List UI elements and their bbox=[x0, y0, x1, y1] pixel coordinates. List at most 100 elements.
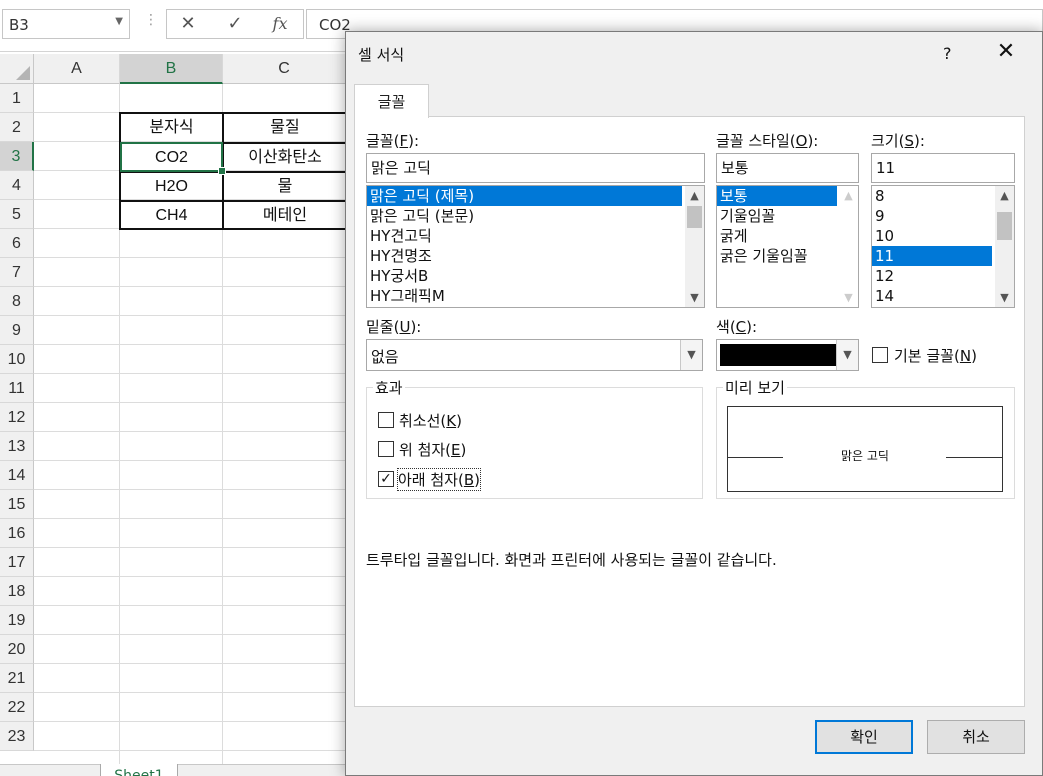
font-list-item[interactable]: 맑은 고딕 (본문) bbox=[367, 206, 704, 226]
select-all-button[interactable] bbox=[0, 54, 34, 84]
row-header-17[interactable]: 17 bbox=[0, 548, 34, 577]
font-style-item[interactable]: 기울임꼴 bbox=[717, 206, 858, 226]
chevron-down-icon[interactable]: ▼ bbox=[685, 289, 704, 306]
scroll-thumb[interactable] bbox=[997, 212, 1012, 240]
name-box[interactable]: B3 ▼ bbox=[2, 9, 130, 39]
gridline bbox=[34, 344, 346, 345]
chevron-down-icon[interactable]: ▼ bbox=[115, 16, 123, 27]
font-list-item[interactable]: HY궁서B bbox=[367, 266, 704, 286]
preview-label: 미리 보기 bbox=[723, 377, 787, 398]
cancel-icon[interactable]: ✕ bbox=[173, 13, 203, 35]
size-input[interactable]: 11 bbox=[871, 153, 1015, 183]
row-header-4[interactable]: 4 bbox=[0, 171, 34, 200]
chevron-up-icon[interactable]: ▲ bbox=[839, 187, 858, 204]
row-header-23[interactable]: 23 bbox=[0, 722, 34, 751]
row-header-11[interactable]: 11 bbox=[0, 374, 34, 403]
cell-c3[interactable]: 이산화탄소 bbox=[224, 143, 346, 172]
row-header-13[interactable]: 13 bbox=[0, 432, 34, 461]
cell-c5[interactable]: 메테인 bbox=[224, 201, 346, 230]
format-cells-dialog: 셀 서식 ? ✕ 글꼴 글꼴(F): 맑은 고딕 맑은 고딕 (제목) 맑은 고… bbox=[345, 31, 1043, 776]
column-header-c[interactable]: C bbox=[223, 54, 346, 84]
size-list-scrollbar[interactable]: ▲ ▼ bbox=[995, 186, 1014, 307]
font-style-input[interactable]: 보통 bbox=[716, 153, 859, 183]
row-header-7[interactable]: 7 bbox=[0, 258, 34, 287]
strikethrough-checkbox[interactable] bbox=[378, 412, 394, 428]
column-header-b[interactable]: B bbox=[120, 54, 223, 84]
insert-function-icon[interactable]: fx bbox=[265, 13, 295, 35]
size-label: 크기(S): bbox=[871, 132, 925, 150]
font-style-item[interactable]: 굵게 bbox=[717, 226, 858, 246]
size-list[interactable]: 8 9 10 11 12 14 ▲ ▼ bbox=[871, 185, 1015, 308]
row-header-6[interactable]: 6 bbox=[0, 229, 34, 258]
font-list-item[interactable]: HY견명조 bbox=[367, 246, 704, 266]
row-header-16[interactable]: 16 bbox=[0, 519, 34, 548]
size-item[interactable]: 12 bbox=[872, 266, 1014, 286]
chevron-down-icon[interactable]: ▼ bbox=[836, 340, 858, 370]
cancel-button[interactable]: 취소 bbox=[927, 720, 1025, 754]
active-cell-selection bbox=[120, 142, 226, 175]
font-list[interactable]: 맑은 고딕 (제목) 맑은 고딕 (본문) HY견고딕 HY견명조 HY궁서B … bbox=[366, 185, 705, 308]
gridline bbox=[34, 286, 346, 287]
size-item[interactable]: 9 bbox=[872, 206, 1014, 226]
sheet-tab[interactable]: Sheet1 bbox=[100, 764, 178, 776]
dialog-title: 셀 서식 bbox=[358, 46, 405, 64]
chevron-down-icon[interactable]: ▼ bbox=[839, 289, 858, 306]
cell-b2[interactable]: 분자식 bbox=[121, 113, 222, 142]
font-label: 글꼴(F): bbox=[366, 132, 420, 150]
row-header-18[interactable]: 18 bbox=[0, 577, 34, 606]
row-header-12[interactable]: 12 bbox=[0, 403, 34, 432]
font-style-list[interactable]: 보통 기울임꼴 굵게 굵은 기울임꼴 ▲ ▼ bbox=[716, 185, 859, 308]
more-options-icon[interactable]: ⋮ bbox=[144, 12, 158, 28]
cell-b5[interactable]: CH4 bbox=[121, 201, 222, 230]
chevron-down-icon[interactable]: ▼ bbox=[995, 289, 1014, 306]
font-style-scrollbar[interactable]: ▲ ▼ bbox=[839, 186, 858, 307]
size-item[interactable]: 14 bbox=[872, 286, 1014, 306]
row-header-1[interactable]: 1 bbox=[0, 84, 34, 113]
enter-check-icon[interactable]: ✓ bbox=[220, 13, 250, 35]
row-header-19[interactable]: 19 bbox=[0, 606, 34, 635]
tab-font[interactable]: 글꼴 bbox=[354, 84, 429, 118]
row-header-14[interactable]: 14 bbox=[0, 461, 34, 490]
font-style-item[interactable]: 굵은 기울임꼴 bbox=[717, 246, 858, 266]
font-style-item[interactable]: 보통 bbox=[717, 186, 837, 206]
row-header-9[interactable]: 9 bbox=[0, 316, 34, 345]
font-input[interactable]: 맑은 고딕 bbox=[366, 153, 705, 183]
font-list-item[interactable]: 맑은 고딕 (제목) bbox=[367, 186, 682, 206]
row-header-21[interactable]: 21 bbox=[0, 664, 34, 693]
row-header-8[interactable]: 8 bbox=[0, 287, 34, 316]
font-info-text: 트루타입 글꼴입니다. 화면과 프린터에 사용되는 글꼴이 같습니다. bbox=[366, 551, 777, 569]
close-icon[interactable]: ✕ bbox=[996, 40, 1016, 64]
superscript-checkbox[interactable] bbox=[378, 441, 394, 457]
help-icon[interactable]: ? bbox=[943, 44, 952, 63]
size-item[interactable]: 10 bbox=[872, 226, 1014, 246]
normal-font-checkbox[interactable] bbox=[872, 347, 888, 363]
chevron-up-icon[interactable]: ▲ bbox=[995, 187, 1014, 204]
formula-buttons: ✕ ✓ fx bbox=[166, 9, 304, 39]
chevron-down-icon[interactable]: ▼ bbox=[680, 340, 702, 370]
column-header-a[interactable]: A bbox=[34, 54, 120, 84]
gridline bbox=[34, 460, 346, 461]
color-picker[interactable]: ▼ bbox=[716, 339, 859, 371]
chevron-up-icon[interactable]: ▲ bbox=[685, 187, 704, 204]
scroll-thumb[interactable] bbox=[687, 206, 702, 228]
font-list-item[interactable]: HY그래픽M bbox=[367, 286, 704, 306]
row-header-2[interactable]: 2 bbox=[0, 113, 34, 142]
cell-b4[interactable]: H2O bbox=[121, 172, 222, 201]
underline-select[interactable]: 없음 ▼ bbox=[366, 339, 703, 371]
row-header-22[interactable]: 22 bbox=[0, 693, 34, 722]
font-list-item[interactable]: HY견고딕 bbox=[367, 226, 704, 246]
ok-button[interactable]: 확인 bbox=[815, 720, 913, 754]
row-header-3[interactable]: 3 bbox=[0, 142, 34, 171]
size-item[interactable]: 11 bbox=[872, 246, 992, 266]
font-list-scrollbar[interactable]: ▲ ▼ bbox=[685, 186, 704, 307]
subscript-checkbox[interactable] bbox=[378, 471, 394, 487]
strikethrough-label: 취소선(K) bbox=[399, 412, 462, 430]
size-item[interactable]: 8 bbox=[872, 186, 1014, 206]
row-header-15[interactable]: 15 bbox=[0, 490, 34, 519]
cell-c4[interactable]: 물 bbox=[224, 172, 346, 201]
row-header-5[interactable]: 5 bbox=[0, 200, 34, 229]
row-header-10[interactable]: 10 bbox=[0, 345, 34, 374]
gridline bbox=[34, 373, 346, 374]
cell-c2[interactable]: 물질 bbox=[224, 113, 346, 142]
row-header-20[interactable]: 20 bbox=[0, 635, 34, 664]
